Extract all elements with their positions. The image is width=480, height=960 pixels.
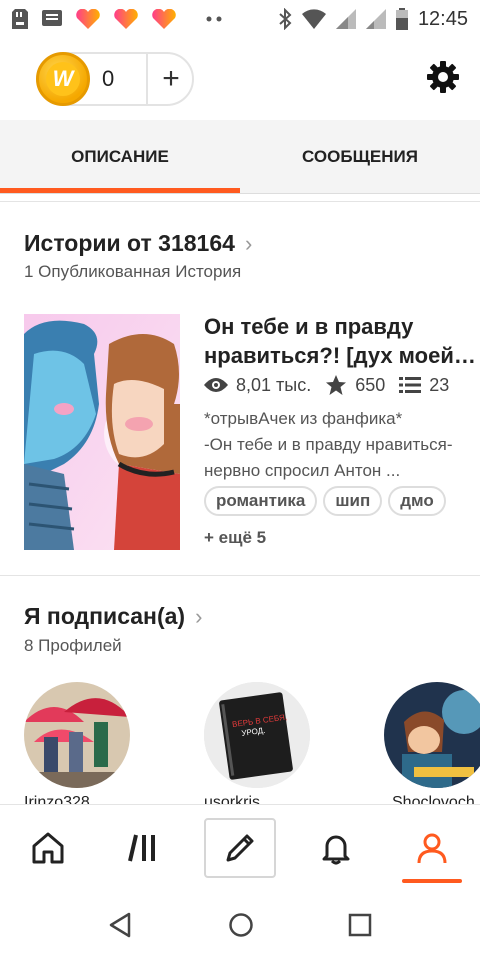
reads-stat: 8,01 тыс. xyxy=(204,375,311,396)
votes-count: 650 xyxy=(355,374,386,395)
story-cover-image xyxy=(24,314,180,550)
sd-card-icon xyxy=(12,9,28,29)
story-title-line: нравиться?! [дух моей… xyxy=(204,343,476,368)
nav-write-slot xyxy=(192,805,288,891)
votes-stat: 650 xyxy=(325,374,385,396)
nav-notifications[interactable] xyxy=(288,805,384,891)
tag-chip[interactable]: романтика xyxy=(204,486,318,516)
bottom-navigation xyxy=(0,804,480,890)
story-title[interactable]: Он тебе и в правду нравиться?! [дух моей… xyxy=(204,312,476,370)
bluetooth-icon xyxy=(278,8,292,30)
recents-square-icon xyxy=(348,913,372,937)
signal-icon xyxy=(365,9,386,29)
add-coins-button[interactable]: + xyxy=(148,54,194,104)
settings-button[interactable] xyxy=(426,60,460,94)
coin-icon: W xyxy=(36,52,90,106)
more-dots-icon xyxy=(206,16,222,22)
description-line: -Он тебе и в правду нравиться- xyxy=(204,435,453,454)
message-icon xyxy=(42,10,62,28)
coin-count: 0 xyxy=(102,66,115,91)
nav-home[interactable] xyxy=(0,805,96,891)
tab-description[interactable]: ОПИСАНИЕ xyxy=(0,120,240,193)
library-icon xyxy=(128,834,155,862)
stories-title: Истории от 318164 xyxy=(24,230,235,256)
top-bar: W 0 + xyxy=(0,38,480,120)
following-count: 8 Профилей xyxy=(24,636,122,655)
profile-tabs: ОПИСАНИЕ СООБЩЕНИЯ xyxy=(0,120,480,194)
avatar[interactable]: ВЕРЬ В СЕБЯ, УРОД. xyxy=(204,682,310,788)
gear-icon xyxy=(427,61,459,93)
profile-icon xyxy=(417,833,447,864)
following-title: Я подписан(а) xyxy=(24,603,186,629)
reads-count: 8,01 тыс. xyxy=(236,374,312,395)
battery-icon xyxy=(395,8,408,30)
avatar[interactable] xyxy=(384,682,480,788)
parts-count: 23 xyxy=(429,374,450,395)
nav-profile[interactable] xyxy=(384,805,480,891)
bell-icon xyxy=(322,835,350,865)
story-stats: 8,01 тыс. 650 23 xyxy=(204,374,463,396)
recents-button[interactable] xyxy=(348,913,372,942)
chevron-right-icon: › xyxy=(195,603,203,629)
system-navigation xyxy=(0,890,480,960)
stories-section-header[interactable]: Истории от 318164 › xyxy=(24,230,252,257)
parts-stat: 23 xyxy=(399,375,449,396)
stories-count: 1 Опубликованная История xyxy=(24,262,242,281)
heart-icon xyxy=(114,9,138,29)
heart-icon xyxy=(152,9,176,29)
pencil-icon xyxy=(226,834,254,862)
status-bar: 12:45 xyxy=(0,0,480,38)
coin-wallet[interactable]: W 0 + xyxy=(36,52,194,106)
avatar[interactable] xyxy=(24,682,130,788)
tag-chip[interactable]: шип xyxy=(323,486,383,516)
signal-icon xyxy=(335,9,356,29)
heart-icon xyxy=(76,9,100,29)
more-tags-link[interactable]: + ещё 5 xyxy=(204,528,266,548)
following-section-header[interactable]: Я подписан(а) › xyxy=(24,603,202,630)
cartoon-boy-photo xyxy=(384,682,480,788)
home-circle-icon xyxy=(229,913,253,937)
divider xyxy=(0,201,480,202)
profile-name[interactable]: usorkris xyxy=(204,792,314,804)
chevron-right-icon: › xyxy=(244,230,253,256)
story-tags: романтика шип дмо xyxy=(204,486,446,516)
list-icon xyxy=(399,377,422,393)
nav-write[interactable] xyxy=(204,818,276,878)
description-line: *отрывАчек из фанфика* xyxy=(204,409,403,428)
star-icon xyxy=(326,375,347,395)
story-cover[interactable] xyxy=(24,314,180,550)
home-icon xyxy=(32,832,64,864)
profile-name[interactable]: Shoclovoch xyxy=(392,792,480,804)
umbrellas-photo xyxy=(24,682,130,788)
home-button[interactable] xyxy=(228,912,254,943)
wifi-icon xyxy=(301,9,326,29)
back-button[interactable] xyxy=(108,912,132,943)
back-triangle-icon xyxy=(109,912,131,938)
profile-name[interactable]: Irinzo328 xyxy=(24,792,134,804)
nav-library[interactable] xyxy=(96,805,192,891)
tab-messages[interactable]: СООБЩЕНИЯ xyxy=(240,120,480,193)
clock: 12:45 xyxy=(417,7,468,30)
story-title-line: Он тебе и в правду xyxy=(204,314,414,339)
story-description: *отрывАчек из фанфика* -Он тебе и в прав… xyxy=(204,406,476,484)
coin-letter: W xyxy=(46,62,80,96)
notebook-photo: ВЕРЬ В СЕБЯ, УРОД. xyxy=(204,682,310,788)
eye-icon xyxy=(204,378,228,392)
description-line: нервно спросил Антон ... xyxy=(204,461,401,480)
divider xyxy=(0,575,480,576)
tag-chip[interactable]: дмо xyxy=(388,486,446,516)
